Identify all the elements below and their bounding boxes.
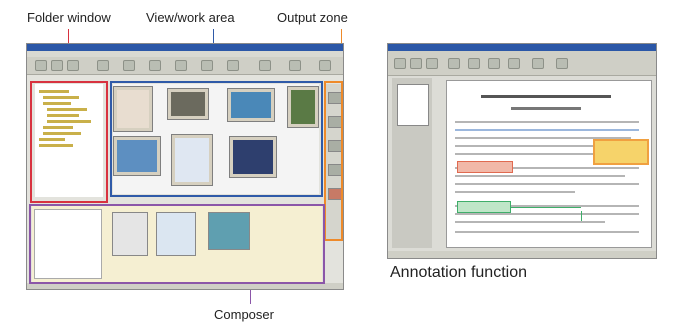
title-bar (388, 44, 656, 51)
doc-heading-line (481, 95, 611, 98)
doc-text-line (455, 121, 639, 123)
toolbar-button-icon (123, 60, 135, 71)
annotated-document (446, 80, 652, 248)
toolbar-button-icon (97, 60, 109, 71)
folder-window-label: Folder window (27, 10, 111, 25)
toolbar-button-icon (394, 58, 406, 69)
output-zone-label: Output zone (277, 10, 348, 25)
toolbar-button-icon (51, 60, 63, 71)
folder-window-highlight (30, 81, 108, 203)
annotation-function-label: Annotation function (390, 264, 527, 281)
main-screen-screenshot (26, 43, 344, 290)
doc-text-line (455, 221, 605, 223)
toolbar-button-icon (201, 60, 213, 71)
toolbar-button-icon (67, 60, 79, 71)
green-connector-line (511, 207, 581, 208)
composer-label: Composer (214, 307, 274, 322)
toolbar-button-icon (319, 60, 331, 71)
page-thumbnail-pane (392, 78, 432, 248)
annotation-screen-screenshot (387, 43, 657, 259)
toolbar-button-icon (35, 60, 47, 71)
toolbar (388, 51, 656, 76)
toolbar-button-icon (410, 58, 422, 69)
toolbar-button-icon (227, 60, 239, 71)
toolbar-button-icon (149, 60, 161, 71)
title-bar (27, 44, 343, 51)
doc-text-line (455, 183, 639, 185)
output-zone-highlight (324, 81, 343, 241)
toolbar-button-icon (556, 58, 568, 69)
toolbar-button-icon (289, 60, 301, 71)
green-text-box-annotation (457, 201, 511, 213)
doc-text-line (455, 191, 575, 193)
orange-sticky-note (593, 139, 649, 165)
toolbar-button-icon (259, 60, 271, 71)
doc-heading-line (511, 107, 581, 110)
toolbar-button-icon (532, 58, 544, 69)
doc-text-line (455, 175, 625, 177)
composer-highlight (29, 204, 325, 284)
toolbar-button-icon (448, 58, 460, 69)
toolbar-button-icon (175, 60, 187, 71)
toolbar-button-icon (488, 58, 500, 69)
doc-text-line (455, 129, 639, 131)
red-text-box-annotation (457, 161, 513, 173)
page-thumbnail (397, 84, 429, 126)
view-work-area-label: View/work area (146, 10, 235, 25)
toolbar-button-icon (508, 58, 520, 69)
status-bar (388, 251, 656, 258)
toolbar (27, 57, 343, 75)
doc-text-line (455, 153, 595, 155)
toolbar-button-icon (468, 58, 480, 69)
doc-text-line (455, 231, 639, 233)
green-comment-text (581, 211, 646, 221)
toolbar-button-icon (426, 58, 438, 69)
view-work-area-highlight (110, 81, 323, 197)
